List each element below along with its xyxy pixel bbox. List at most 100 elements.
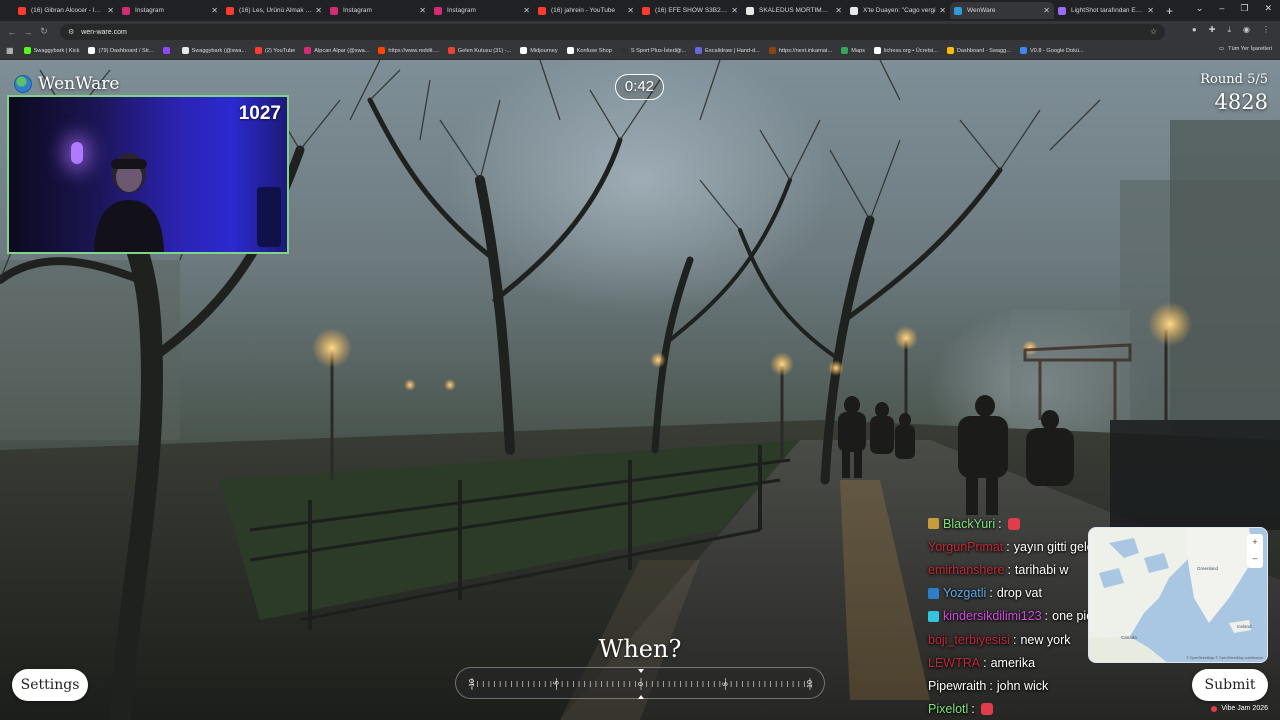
browser-tab[interactable]: (16) Les, Ürünü Almak İçin ✕ — [222, 2, 326, 19]
bookmark-favicon-icon — [873, 47, 881, 54]
site-info-icon[interactable]: ⚙ — [68, 28, 74, 36]
chevron-down-icon[interactable]: ⌄ — [1196, 3, 1204, 14]
bookmark-label: V0.8 - Google Dokü... — [1029, 47, 1084, 54]
vibe-jam-icon — [1211, 705, 1218, 712]
slider-marker-top — [638, 669, 644, 673]
bookmark-label: Alpcan Alpar (@swa... — [314, 47, 370, 54]
bookmark-item[interactable]: Alpcan Alpar (@swa... — [304, 47, 369, 54]
bookmark-item[interactable]: (79) Dashboard / Str... — [88, 47, 154, 54]
tab-close-icon[interactable]: ✕ — [419, 6, 426, 15]
browser-tab[interactable]: X'te Duayen: "Cago vergi ✕ — [846, 2, 950, 19]
tab-favicon-icon — [1058, 6, 1066, 15]
tab-favicon-icon — [642, 6, 650, 15]
bookmark-item[interactable]: Swaggybark (@swa... — [181, 47, 246, 54]
bookmark-item[interactable]: Midjourney — [520, 47, 558, 54]
bookmark-item[interactable]: (2) YouTube — [255, 47, 295, 54]
round-timer: 0:42 — [615, 74, 664, 100]
all-bookmarks[interactable]: ▭ Tüm Yer İşaretleri — [1219, 46, 1272, 52]
bookmark-item[interactable]: S Sport Plus-İstediği... — [620, 47, 687, 54]
bookmark-item[interactable]: Dashboard - Swagg... — [946, 47, 1011, 54]
settings-button[interactable]: Settings — [12, 669, 88, 701]
tab-close-icon[interactable]: ✕ — [627, 6, 634, 15]
new-tab-button[interactable]: + — [1166, 4, 1173, 18]
bookmark-item[interactable]: Excalidraw | Hand-d... — [695, 47, 760, 54]
browser-tab[interactable]: Instagram ✕ — [118, 2, 222, 19]
tab-close-icon[interactable]: ✕ — [939, 6, 946, 15]
tab-title: (16) Gibran Alcocer - Idea — [31, 7, 105, 14]
url-field[interactable]: ⚙ wen-ware.com ☆ — [60, 24, 1165, 40]
bookmark-favicon-icon — [620, 47, 628, 54]
bookmark-favicon-icon — [946, 47, 954, 54]
forward-icon[interactable]: → — [20, 27, 36, 37]
bookmark-item[interactable]: V0.8 - Google Dokü... — [1019, 47, 1084, 54]
chat-message: Pixelotl: — [928, 698, 1228, 720]
browser-tab[interactable]: WenWare ✕ — [950, 2, 1054, 19]
bookmark-item[interactable] — [162, 47, 173, 54]
bookmark-item[interactable]: lichess.org • Ücretsi... — [873, 47, 938, 54]
bookmark-favicon-icon — [162, 47, 170, 54]
slider-label: 0 — [638, 682, 645, 686]
bookmark-item[interactable]: Maps — [841, 47, 865, 54]
minimize-icon[interactable]: – — [1219, 3, 1224, 14]
zoom-in-button[interactable]: + — [1247, 534, 1263, 550]
tab-close-icon[interactable]: ✕ — [315, 6, 322, 15]
browser-tab[interactable]: LightShot tarafından Ekra ✕ — [1054, 2, 1158, 19]
chat-text: tarihabi w — [1014, 562, 1069, 577]
bookmark-item[interactable]: https://next.inkarnat... — [768, 47, 832, 54]
reload-icon[interactable]: ↻ — [36, 26, 52, 37]
browser-tab[interactable]: SKALEDUS MORTIMAS To ✕ — [742, 2, 846, 19]
browser-tab[interactable]: Instagram ✕ — [430, 2, 534, 19]
browser-tab[interactable]: (16) jahrein - YouTube ✕ — [534, 2, 638, 19]
back-icon[interactable]: ← — [4, 27, 20, 37]
tab-close-icon[interactable]: ✕ — [1147, 6, 1154, 15]
chat-separator: : — [998, 516, 1002, 531]
apps-icon[interactable]: ▦ — [6, 46, 14, 55]
profile-icon[interactable]: ◉ — [1243, 25, 1250, 35]
menu-icon[interactable]: ⋮ — [1262, 25, 1270, 35]
download-icon[interactable]: ⤓ — [1227, 25, 1231, 35]
tab-close-icon[interactable]: ✕ — [211, 6, 218, 15]
bookmark-item[interactable]: Konfuse Shop — [566, 47, 612, 54]
slider-label: -5 — [554, 681, 561, 687]
bookmark-label: Swaggybark | Kick — [33, 47, 80, 54]
bookmark-item[interactable]: Swaggybark | Kick — [23, 47, 80, 54]
browser-tab[interactable]: (16) Gibran Alcocer - Idea ✕ — [14, 2, 118, 19]
browser-tab[interactable]: Instagram ✕ — [326, 2, 430, 19]
brand-logo[interactable]: WenWare — [14, 74, 119, 94]
zoom-out-button[interactable]: – — [1247, 550, 1263, 566]
vibe-jam-credit[interactable]: Vibe Jam 2026 — [1211, 705, 1268, 712]
tab-close-icon[interactable]: ✕ — [107, 6, 114, 15]
tab-favicon-icon — [538, 6, 546, 15]
webcam-overlay: 1027 — [7, 95, 289, 254]
tab-close-icon[interactable]: ✕ — [731, 6, 738, 15]
bookmark-star-icon[interactable]: ☆ — [1150, 27, 1157, 36]
bookmark-item[interactable]: Gelen Kutusu (31) -... — [447, 47, 511, 54]
bookmark-item[interactable]: https://www.reddit.... — [378, 47, 439, 54]
tab-close-icon[interactable]: ✕ — [1043, 6, 1050, 15]
chat-username: kindersikdilimi123 — [943, 609, 1042, 624]
bookmark-favicon-icon — [88, 47, 96, 54]
extension-icon[interactable]: ● — [1192, 25, 1197, 35]
tab-close-icon[interactable]: ✕ — [523, 6, 530, 15]
submit-button[interactable]: Submit — [1192, 669, 1268, 701]
game-view[interactable]: WenWare 1027 0:42 Round 5/5 4828 BlackYu… — [0, 60, 1280, 720]
bookmark-label: S Sport Plus-İstediği... — [630, 47, 687, 54]
tab-close-icon[interactable]: ✕ — [835, 6, 842, 15]
bookmark-favicon-icon — [841, 47, 849, 54]
year-slider[interactable]: -10 -5 0 5 10 — [455, 667, 825, 699]
tab-title: LightShot tarafından Ekra — [1071, 7, 1145, 14]
chat-badge-icon — [928, 518, 939, 530]
maximize-icon[interactable]: ❐ — [1240, 3, 1248, 14]
browser-tab[interactable]: (16) EFE SHOW S3B26 | M ✕ — [638, 2, 742, 19]
bookmark-favicon-icon — [566, 47, 574, 54]
question-prompt: When? — [598, 635, 682, 663]
tab-favicon-icon — [850, 6, 858, 15]
bookmark-label: lichess.org • Ücretsi... — [883, 47, 938, 54]
slider-marker-bottom — [638, 695, 644, 699]
slider-ticks[interactable]: -10 -5 0 5 10 — [456, 668, 826, 700]
puzzle-icon[interactable]: ✚ — [1209, 25, 1216, 35]
close-icon[interactable]: ✕ — [1264, 3, 1272, 14]
chat-text: yayın gitti geldi — [1013, 539, 1097, 554]
tab-favicon-icon — [746, 6, 754, 15]
tab-title: Instagram — [343, 7, 372, 14]
